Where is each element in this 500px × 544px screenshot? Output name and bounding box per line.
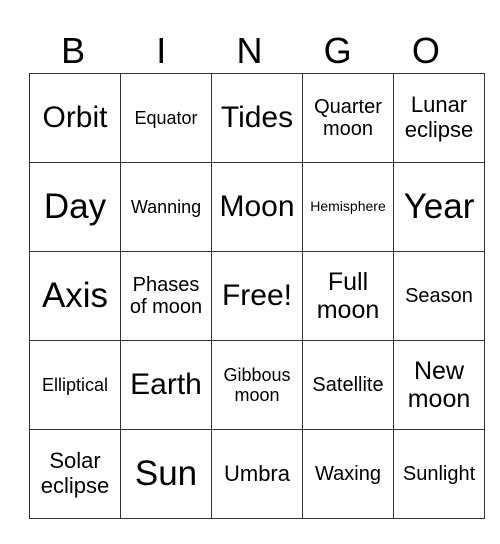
bingo-row: Axis Phases of moon Free! Full moon Seas… <box>29 251 485 341</box>
bingo-cell[interactable]: Wanning <box>120 162 212 252</box>
bingo-cell[interactable]: Equator <box>120 73 212 163</box>
bingo-cell[interactable]: Day <box>29 162 121 252</box>
header-letter-g: G <box>323 30 352 71</box>
bingo-cell[interactable]: Axis <box>29 251 121 341</box>
header-letter-b: B <box>61 30 86 71</box>
bingo-cell[interactable]: Year <box>393 162 485 252</box>
free-space-cell[interactable]: Free! <box>211 251 303 341</box>
bingo-row: Orbit Equator Tides Quarter moon Lunar e… <box>29 73 485 163</box>
bingo-row: Elliptical Earth Gibbous moon Satellite … <box>29 340 485 430</box>
bingo-cell[interactable]: Elliptical <box>29 340 121 430</box>
bingo-row: Day Wanning Moon Hemisphere Year <box>29 162 485 252</box>
bingo-cell[interactable]: Sunlight <box>393 429 485 519</box>
header-letter-o: O <box>411 30 440 71</box>
bingo-cell[interactable]: Lunar eclipse <box>393 73 485 163</box>
bingo-cell[interactable]: Moon <box>211 162 303 252</box>
bingo-row: Solar eclipse Sun Umbra Waxing Sunlight <box>29 429 485 519</box>
bingo-cell[interactable]: Orbit <box>29 73 121 163</box>
bingo-cell[interactable]: New moon <box>393 340 485 430</box>
bingo-cell[interactable]: Tides <box>211 73 303 163</box>
bingo-cell[interactable]: Satellite <box>302 340 394 430</box>
bingo-cell[interactable]: Solar eclipse <box>29 429 121 519</box>
bingo-cell[interactable]: Quarter moon <box>302 73 394 163</box>
bingo-cell[interactable]: Hemisphere <box>302 162 394 252</box>
bingo-cell[interactable]: Full moon <box>302 251 394 341</box>
bingo-cell[interactable]: Sun <box>120 429 212 519</box>
header-letter-n: N <box>236 30 263 71</box>
bingo-cell[interactable]: Waxing <box>302 429 394 519</box>
bingo-cell[interactable]: Umbra <box>211 429 303 519</box>
header-letter-i: I <box>156 30 167 71</box>
bingo-cell[interactable]: Season <box>393 251 485 341</box>
bingo-header: B I N G O <box>29 28 470 73</box>
bingo-card: Orbit Equator Tides Quarter moon Lunar e… <box>29 73 485 519</box>
bingo-cell[interactable]: Phases of moon <box>120 251 212 341</box>
bingo-cell[interactable]: Earth <box>120 340 212 430</box>
bingo-cell[interactable]: Gibbous moon <box>211 340 303 430</box>
